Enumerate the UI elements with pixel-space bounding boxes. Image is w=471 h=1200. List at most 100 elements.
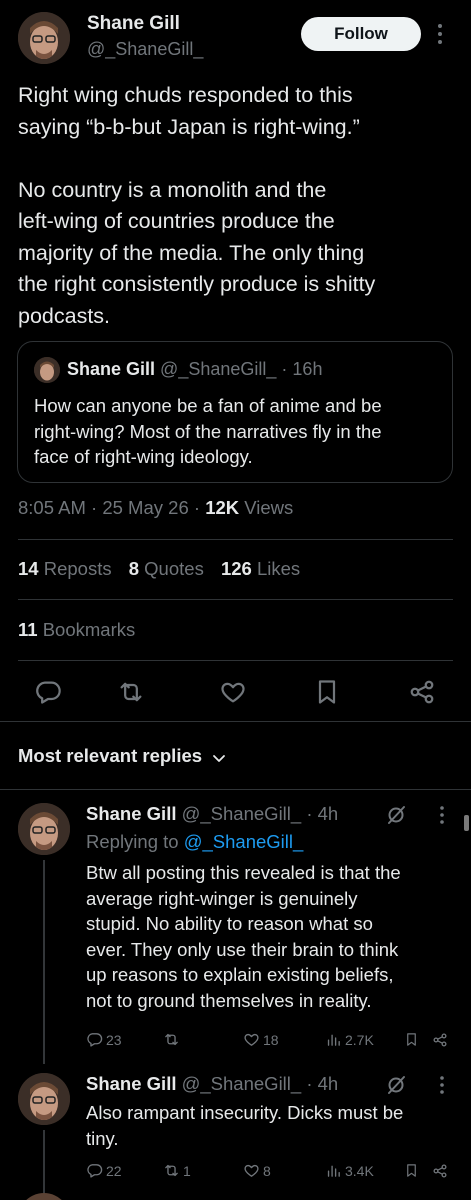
tweet-text-line: podcasts. xyxy=(18,303,111,328)
author-name[interactable]: Shane Gill xyxy=(87,13,180,35)
replies-sort-label: Most relevant replies xyxy=(18,745,203,766)
views-count: 12K xyxy=(205,497,240,518)
reply-separator: · xyxy=(306,803,313,824)
reply-separator: · xyxy=(306,1073,313,1094)
reply-icon xyxy=(86,1162,103,1179)
share-icon[interactable] xyxy=(408,678,436,706)
reply-action-repost[interactable]: 1 xyxy=(163,1162,191,1179)
quoted-author-avatar xyxy=(34,357,60,383)
bookmarks-stat[interactable]: 11 Bookmarks xyxy=(18,619,135,640)
reply-text-line: not to ground themselves in reality. xyxy=(86,989,372,1011)
divider xyxy=(0,721,471,722)
thread-line xyxy=(43,860,45,1064)
share-icon[interactable] xyxy=(432,1163,448,1179)
reposts-count: 14 xyxy=(18,558,39,579)
views-count: 3.4K xyxy=(345,1162,374,1179)
views-label: Views xyxy=(244,497,294,518)
divider xyxy=(18,660,453,661)
bookmarks-count: 11 xyxy=(18,619,38,640)
quoted-text-line: How can anyone be a fan of anime and be xyxy=(34,395,382,416)
quoted-text-line: face of right-wing ideology. xyxy=(34,446,253,467)
reply-text: Btw all posting this revealed is that th… xyxy=(86,860,401,1013)
reply-action-reply[interactable]: 23 xyxy=(86,1031,122,1048)
author-avatar[interactable] xyxy=(18,12,70,64)
reply-author-handle[interactable]: @_ShaneGill_ xyxy=(182,803,302,824)
heart-icon xyxy=(243,1031,260,1048)
heart-icon[interactable] xyxy=(219,678,247,706)
reply-text-line: up reasons to explain existing beliefs, xyxy=(86,964,394,985)
tweet-date[interactable]: 25 May 26 xyxy=(102,497,188,518)
divider xyxy=(18,539,453,540)
tweet-text-line: Right wing chuds responded to this xyxy=(18,83,353,107)
reply-time[interactable]: 4h xyxy=(318,1073,339,1094)
tweet-text-line: saying “b-b-but Japan is right-wing.” xyxy=(18,114,360,139)
likes-label: Likes xyxy=(256,558,301,579)
author-handle[interactable]: @_ShaneGill_ xyxy=(87,39,203,60)
bookmarks-label: Bookmarks xyxy=(42,619,136,640)
quoted-separator: · xyxy=(281,359,288,379)
tweet-text-line: No country is a monolith and the xyxy=(18,177,327,202)
reply-avatar[interactable] xyxy=(18,1073,70,1125)
quoted-time: 16h xyxy=(292,359,323,379)
thread-line xyxy=(43,1130,45,1200)
reply-action-repost[interactable] xyxy=(163,1031,183,1048)
reply-action-views[interactable]: 3.4K xyxy=(325,1162,374,1179)
reply-text-line: stupid. No ability to reason what so xyxy=(86,913,373,934)
reply-text-line: Btw all posting this revealed is that th… xyxy=(86,862,401,883)
reply-icon[interactable] xyxy=(34,678,62,706)
reply-count: 22 xyxy=(106,1162,122,1179)
reply-action-like[interactable]: 8 xyxy=(243,1162,271,1179)
quotes-label: Quotes xyxy=(144,558,204,579)
reply-author-handle[interactable]: @_ShaneGill_ xyxy=(182,1073,302,1094)
like-count: 18 xyxy=(263,1031,279,1048)
reposts-label: Reposts xyxy=(43,558,112,579)
bookmark-icon[interactable] xyxy=(404,1032,419,1047)
quotes-stat[interactable]: 8 Quotes xyxy=(129,558,204,579)
likes-stat[interactable]: 126 Likes xyxy=(221,558,300,579)
repost-count: 1 xyxy=(183,1162,191,1179)
repost-icon[interactable] xyxy=(117,678,145,706)
avatar-face-icon xyxy=(18,12,70,64)
views-icon xyxy=(325,1031,342,1048)
more-icon[interactable] xyxy=(434,22,446,46)
reply-text-line: ever. They only use their brain to think xyxy=(86,938,399,960)
likes-count: 126 xyxy=(220,558,252,579)
views-icon xyxy=(325,1162,342,1179)
tweet-text-line: the right consistently produce is shitty xyxy=(18,272,376,296)
heart-icon xyxy=(243,1162,260,1179)
replying-to-handle[interactable]: @_ShaneGill_ xyxy=(184,831,304,852)
bookmark-icon[interactable] xyxy=(404,1163,419,1178)
share-icon[interactable] xyxy=(432,1032,448,1048)
replying-to-label: Replying to xyxy=(86,831,179,852)
bookmark-icon[interactable] xyxy=(313,678,341,706)
tweet-text: Right wing chuds responded to this sayin… xyxy=(18,80,375,332)
reply-action-like[interactable]: 18 xyxy=(243,1031,279,1048)
reply-author-name[interactable]: Shane Gill xyxy=(86,1073,176,1094)
meta-separator: · xyxy=(91,497,98,518)
reposts-stat[interactable]: 14 Reposts xyxy=(18,558,112,579)
replies-sort-dropdown[interactable]: Most relevant replies xyxy=(18,745,227,767)
divider xyxy=(0,789,471,790)
grok-icon[interactable] xyxy=(385,804,407,826)
reply-author-name[interactable]: Shane Gill xyxy=(86,803,176,824)
reply-text-line: average right-winger is genuinely xyxy=(86,887,358,909)
reply-action-reply[interactable]: 22 xyxy=(86,1162,122,1179)
quoted-author-handle: @_ShaneGill_ xyxy=(160,359,277,379)
grok-icon[interactable] xyxy=(385,1074,407,1096)
tweet-text-line: majority of the media. The only thing xyxy=(18,240,365,265)
reply-avatar[interactable] xyxy=(18,803,70,855)
follow-button-label: Follow xyxy=(334,24,388,43)
tweet-time[interactable]: 8:05 AM xyxy=(18,497,86,518)
next-reply-clipped xyxy=(18,1193,70,1200)
scrollbar-thumb[interactable] xyxy=(464,815,469,831)
reply-more-icon[interactable] xyxy=(437,1075,447,1095)
quoted-author-name: Shane Gill xyxy=(67,359,156,379)
reply-action-views[interactable]: 2.7K xyxy=(325,1031,374,1048)
chevron-down-icon xyxy=(211,750,227,766)
reply-time[interactable]: 4h xyxy=(318,803,339,824)
reply-more-icon[interactable] xyxy=(437,805,447,825)
repost-icon xyxy=(163,1031,180,1048)
tweet-text-line: left-wing of countries produce the xyxy=(18,209,335,233)
like-count: 8 xyxy=(263,1162,271,1179)
reply-icon xyxy=(86,1031,103,1048)
